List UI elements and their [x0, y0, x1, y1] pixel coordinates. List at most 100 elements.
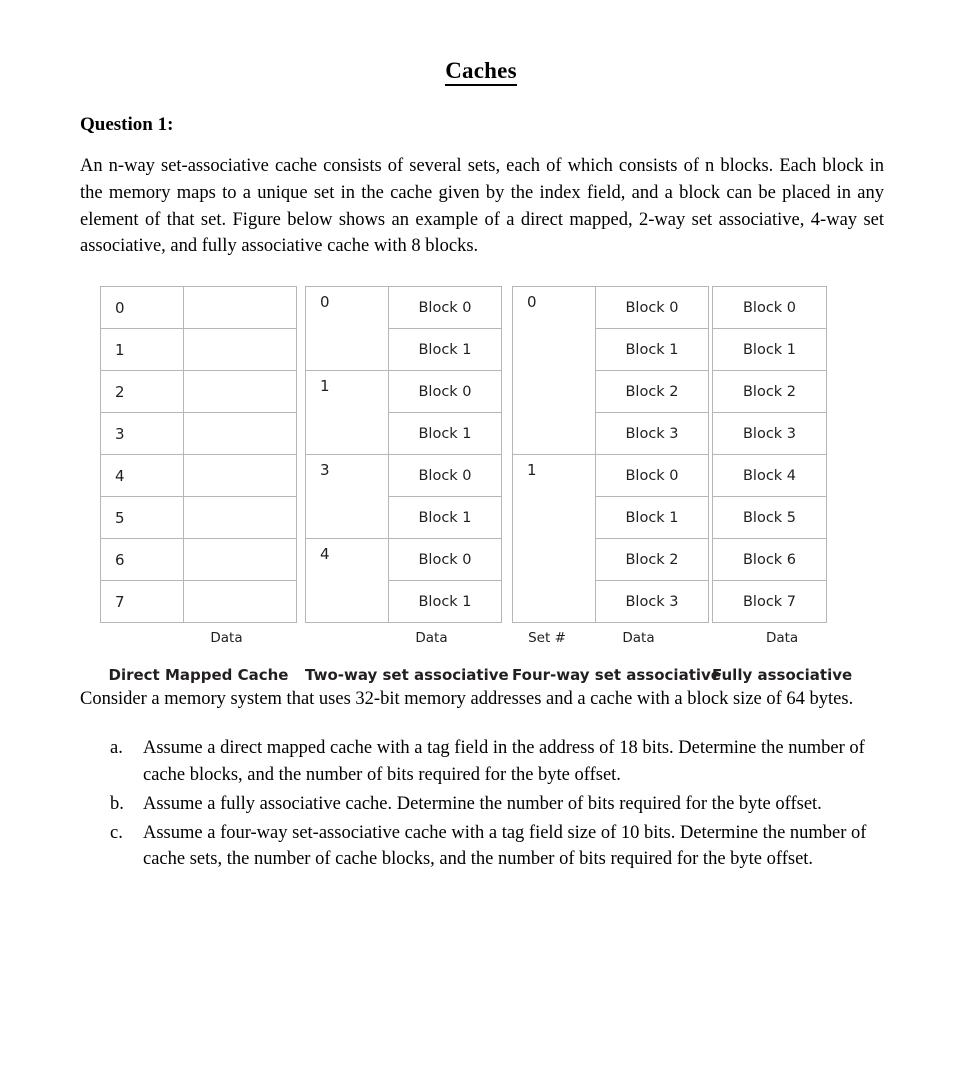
block-cell: Block 6 [712, 538, 827, 582]
block-cell: Block 2 [712, 370, 827, 414]
table-row: Block 0 [712, 286, 827, 330]
index-cell: 1 [100, 328, 184, 372]
block-cell: Block 4 [712, 454, 827, 498]
fully-associative-caption: Fully associative [712, 666, 853, 685]
list-item-text: Assume a four-way set-associative cache … [143, 822, 867, 870]
four-way-table: 0 Block 0 Block 1 Block 2 Block 3 1 Bloc [512, 286, 709, 624]
index-cell: 6 [100, 538, 184, 582]
table-row: Block 5 [712, 496, 827, 540]
index-cell: 7 [100, 580, 184, 624]
index-cell: 3 [100, 412, 184, 456]
block-cell: Block 3 [712, 412, 827, 456]
table-row: Block 7 [712, 580, 827, 624]
block-cell: Block 1 [595, 328, 709, 372]
table-row: 1 [100, 328, 297, 372]
block-cell: Block 2 [595, 538, 709, 582]
block-cell: Block 1 [388, 412, 502, 456]
index-cell: 2 [100, 370, 184, 414]
index-cell: 0 [100, 286, 184, 330]
direct-mapped-labels: Data [100, 630, 297, 646]
table-row: 7 [100, 580, 297, 624]
intro-paragraph: An n-way set-associative cache consists … [80, 156, 884, 257]
block-cell: Block 3 [595, 580, 709, 624]
block-cell: Block 0 [388, 286, 502, 330]
table-row: Block 1 [712, 328, 827, 372]
block-cell: Block 1 [388, 328, 502, 372]
table-row: Block 4 [712, 454, 827, 498]
table-row: 1 Block 0 [512, 454, 709, 624]
block-cell: Block 1 [388, 496, 502, 540]
block-cell: Block 0 [595, 454, 709, 498]
block-cell: Block 7 [712, 580, 827, 624]
direct-mapped-diagram: 0 1 2 3 4 5 6 7 Data Direct Mapped Cache [100, 286, 297, 684]
data-label: Data [415, 630, 448, 647]
direct-mapped-table: 0 1 2 3 4 5 6 7 [100, 286, 297, 624]
block-cell: Block 0 [595, 286, 709, 330]
table-row: Block 2 [712, 370, 827, 414]
set-index-cell: 0 [305, 286, 389, 372]
data-cell [183, 454, 297, 498]
page-title: Caches [0, 0, 962, 86]
list-item: c. Assume a four-way set-associative cac… [80, 820, 884, 874]
list-item-text: Assume a fully associative cache. Determ… [143, 793, 822, 814]
data-label: Data [210, 630, 243, 647]
table-row: 4 Block 0 [305, 538, 502, 624]
set-index-cell: 0 [512, 286, 596, 456]
table-row: 4 [100, 454, 297, 498]
block-cell: Block 0 [388, 370, 502, 414]
block-cell: Block 1 [388, 580, 502, 624]
set-index-cell: 1 [512, 454, 596, 624]
set-index-cell: 4 [305, 538, 389, 624]
list-item: b. Assume a fully associative cache. Det… [80, 791, 884, 818]
four-way-diagram: 0 Block 0 Block 1 Block 2 Block 3 1 Bloc [512, 286, 721, 684]
table-row: 0 Block 0 [305, 286, 502, 372]
set-index-cell: 1 [305, 370, 389, 456]
table-row: 2 [100, 370, 297, 414]
cache-organization-figure: 0 1 2 3 4 5 6 7 Data Direct Mapped Cache… [80, 286, 884, 686]
set-index-cell: 3 [305, 454, 389, 540]
table-row: 0 Block 0 [512, 286, 709, 456]
block-cell: Block 0 [388, 454, 502, 498]
index-cell: 4 [100, 454, 184, 498]
block-cell: Block 1 [712, 328, 827, 372]
question-heading: Question 1: [80, 114, 174, 135]
data-cell [183, 496, 297, 540]
list-item-text: Assume a direct mapped cache with a tag … [143, 738, 865, 785]
list-marker: b. [110, 793, 124, 814]
fully-associative-table: Block 0 Block 1 Block 2 Block 3 Block 4 [712, 286, 827, 624]
fully-associative-diagram: Block 0 Block 1 Block 2 Block 3 Block 4 [712, 286, 852, 684]
four-way-labels: Set # Data [512, 630, 721, 646]
list-marker: c. [110, 822, 123, 843]
data-cell [183, 580, 297, 624]
two-way-caption: Two-way set associative [305, 666, 509, 685]
data-label: Data [765, 630, 799, 647]
data-label: Data [622, 630, 655, 647]
document-body: Question 1: An n-way set-associative cac… [0, 114, 962, 873]
list-item: a. Assume a direct mapped cache with a t… [80, 735, 884, 789]
block-cell: Block 3 [595, 412, 709, 456]
data-cell [183, 370, 297, 414]
block-cell: Block 5 [712, 496, 827, 540]
two-way-diagram: 0 Block 0 Block 1 1 Block 0 Block 1 3 Bl… [305, 286, 509, 684]
table-row: 3 [100, 412, 297, 456]
table-row: 0 [100, 286, 297, 330]
two-way-table: 0 Block 0 Block 1 1 Block 0 Block 1 3 Bl… [305, 286, 502, 624]
table-row: Block 6 [712, 538, 827, 582]
set-number-label: Set # [528, 630, 566, 647]
consider-paragraph: Consider a memory system that uses 32-bi… [80, 689, 854, 710]
two-way-labels: Data [305, 630, 509, 646]
data-cell [183, 538, 297, 582]
four-way-caption: Four-way set associative [512, 666, 721, 685]
data-cell [183, 328, 297, 372]
block-cell: Block 0 [712, 286, 827, 330]
table-row: 6 [100, 538, 297, 582]
page-title-text: Caches [445, 58, 517, 86]
table-row: 3 Block 0 [305, 454, 502, 540]
table-row: 5 [100, 496, 297, 540]
table-row: Block 3 [712, 412, 827, 456]
data-cell [183, 286, 297, 330]
block-cell: Block 1 [595, 496, 709, 540]
table-row: 1 Block 0 [305, 370, 502, 456]
index-cell: 5 [100, 496, 184, 540]
document-page: Caches Question 1: An n-way set-associat… [0, 0, 962, 1086]
